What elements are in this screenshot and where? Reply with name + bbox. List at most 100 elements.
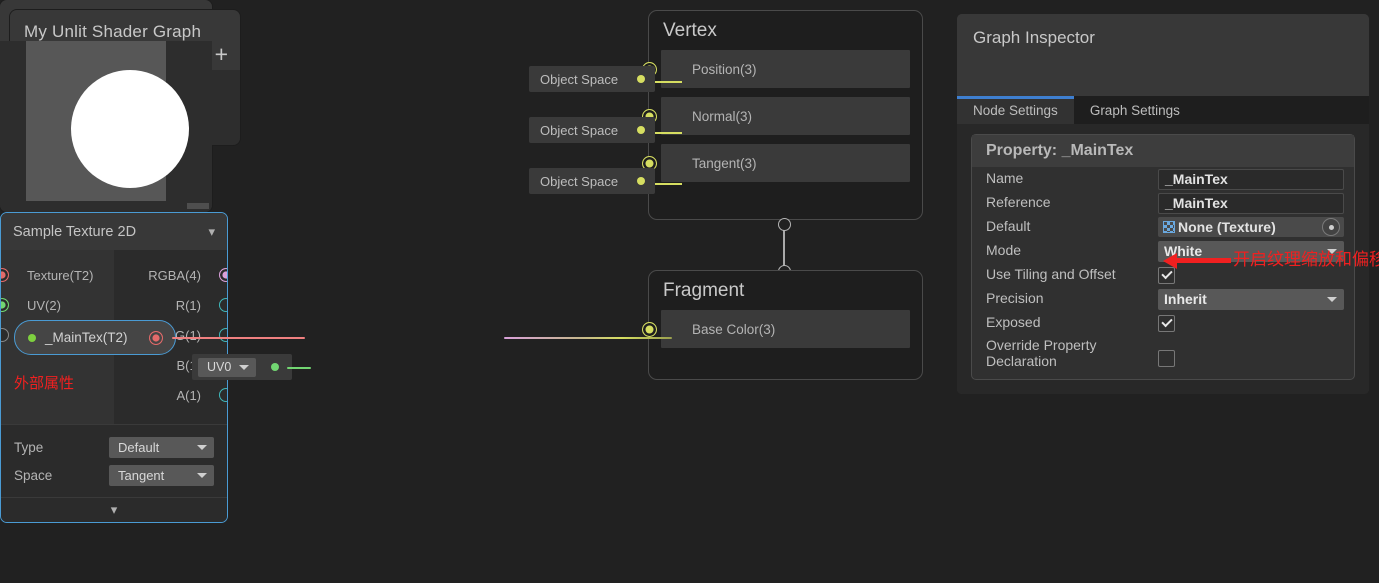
inspector-label: Precision <box>986 291 1158 307</box>
inspector-row-default[interactable]: Default None (Texture) <box>972 215 1354 239</box>
property-node-output-port[interactable] <box>149 331 163 345</box>
preview-sphere <box>71 70 189 188</box>
fragment-block-basecolor-wrap: Base Color(3) <box>649 310 922 348</box>
inspector-row-exposed[interactable]: Exposed <box>972 311 1354 335</box>
shader-graph-canvas[interactable]: My Unlit Shader Graph Shader Graphs + _M… <box>0 0 1379 583</box>
override-property-declaration-checkbox[interactable] <box>1158 350 1175 367</box>
object-space-label: Object Space <box>540 174 618 189</box>
inspector-row-precision[interactable]: Precision Inherit <box>972 287 1354 311</box>
exposed-checkbox[interactable] <box>1158 315 1175 332</box>
tab-graph-settings[interactable]: Graph Settings <box>1074 96 1196 124</box>
tab-node-settings[interactable]: Node Settings <box>957 96 1074 124</box>
setting-label: Type <box>14 440 109 455</box>
wire-objectspace-normal <box>655 132 682 134</box>
wire-uv0-to-uv <box>287 367 311 369</box>
chevron-down-icon[interactable]: ▾ <box>208 224 215 240</box>
input-port-texture[interactable]: Texture(T2) <box>1 260 114 290</box>
object-space-label: Object Space <box>540 123 618 138</box>
output-port-label: G(1) <box>175 328 201 343</box>
property-node-maintex[interactable]: _MainTex(T2) <box>14 320 176 355</box>
object-space-out-port[interactable] <box>637 75 645 83</box>
tiling-offset-annotation: 开启纹理缩放和偏移 <box>1163 252 1379 269</box>
uv-node-output-port[interactable] <box>271 363 279 371</box>
vertex-block-tangent[interactable]: Tangent(3) <box>661 144 910 182</box>
object-space-node-normal[interactable]: Object Space <box>529 117 655 143</box>
rgba-output-port-icon[interactable] <box>219 268 228 282</box>
graph-inspector-tabs[interactable]: Node Settings Graph Settings <box>957 96 1369 124</box>
fragment-node-title: Fragment <box>649 271 922 310</box>
type-dropdown[interactable]: Default <box>109 437 214 458</box>
uv-input-port-icon[interactable] <box>0 298 9 312</box>
setting-row-space[interactable]: Space Tangent <box>1 461 227 489</box>
default-texture-object-field[interactable]: None (Texture) <box>1158 217 1344 237</box>
type-dropdown-value: Default <box>118 440 159 455</box>
precision-dropdown[interactable]: Inherit <box>1158 289 1344 310</box>
object-space-label: Object Space <box>540 72 618 87</box>
texture-thumbnail-icon <box>1163 221 1175 233</box>
graph-inspector-panel[interactable]: Graph Inspector Node Settings Graph Sett… <box>957 14 1369 394</box>
inspector-label: Name <box>986 171 1158 187</box>
input-port-uv[interactable]: UV(2) <box>1 290 114 320</box>
inspector-label: Mode <box>986 243 1158 259</box>
sampler-input-port-icon[interactable] <box>0 328 9 342</box>
vertex-block-tangent-wrap: Tangent(3) <box>649 144 922 182</box>
object-space-node-position[interactable]: Object Space <box>529 66 655 92</box>
space-dropdown[interactable]: Tangent <box>109 465 214 486</box>
vertex-block-position[interactable]: Position(3) <box>661 50 910 88</box>
object-space-out-port[interactable] <box>637 177 645 185</box>
property-node-annotation: 外部属性 <box>14 372 74 393</box>
sample-texture-annotation: 纹理采样 <box>4 0 64 1</box>
fragment-block-base-color[interactable]: Base Color(3) <box>661 310 910 348</box>
output-port-a[interactable]: A(1) <box>114 380 227 410</box>
wire-rgba-to-basecolor <box>504 337 672 339</box>
sample-texture-expand-bar[interactable]: ▾ <box>1 497 227 522</box>
sample-texture-node-header[interactable]: Sample Texture 2D ▾ <box>1 213 227 250</box>
input-port-label: UV(2) <box>27 298 61 313</box>
wire-objectspace-tangent <box>655 183 682 185</box>
name-input[interactable]: _MainTex <box>1158 169 1344 190</box>
base-color-port[interactable] <box>642 322 657 337</box>
arrow-shaft-icon <box>1177 258 1231 263</box>
property-node-label: _MainTex(T2) <box>45 330 128 345</box>
output-port-rgba[interactable]: RGBA(4) <box>114 260 227 290</box>
precision-dropdown-value: Inherit <box>1164 291 1207 307</box>
inspector-label: Use Tiling and Offset <box>986 267 1158 283</box>
inspector-label: Exposed <box>986 315 1158 331</box>
object-space-node-tangent[interactable]: Object Space <box>529 168 655 194</box>
annotation-text: 开启纹理缩放和偏移 <box>1233 252 1379 269</box>
graph-title: My Unlit Shader Graph <box>24 22 226 42</box>
object-picker-icon[interactable] <box>1322 218 1340 236</box>
inspector-label: Override Property Declaration <box>986 338 1158 369</box>
inspector-row-override-property-declaration[interactable]: Override Property Declaration <box>972 335 1354 369</box>
inspector-label: Default <box>986 219 1158 235</box>
graph-inspector-title: Graph Inspector <box>973 28 1369 48</box>
output-port-label: A(1) <box>176 388 201 403</box>
inspector-label: Reference <box>986 195 1158 211</box>
vertex-block-normal[interactable]: Normal(3) <box>661 97 910 135</box>
texture-input-port-icon[interactable] <box>0 268 9 282</box>
vertex-master-node[interactable]: Vertex Position(3) Normal(3) Tangent(3) <box>648 10 923 220</box>
vertex-block-label: Normal(3) <box>692 109 752 124</box>
fragment-master-node[interactable]: Fragment Base Color(3) <box>648 270 923 380</box>
use-tiling-and-offset-checkbox[interactable] <box>1158 267 1175 284</box>
g-output-port-icon[interactable] <box>219 328 228 342</box>
inspector-row-reference[interactable]: Reference _MainTex <box>972 191 1354 215</box>
a-output-port-icon[interactable] <box>219 388 228 402</box>
stack-connector-dot-top[interactable] <box>778 218 791 231</box>
uv-node[interactable]: UV0 <box>192 354 292 380</box>
main-preview-viewport[interactable] <box>0 41 212 212</box>
add-property-button[interactable]: + <box>215 43 228 66</box>
preview-resize-handle[interactable] <box>187 203 209 209</box>
inspector-row-name[interactable]: Name _MainTex <box>972 167 1354 191</box>
reference-input[interactable]: _MainTex <box>1158 193 1344 214</box>
output-port-r[interactable]: R(1) <box>114 290 227 320</box>
vertex-block-normal-wrap: Normal(3) <box>649 97 922 135</box>
preview-render-area <box>26 41 166 201</box>
setting-row-type[interactable]: Type Default <box>1 433 227 461</box>
uv-channel-dropdown[interactable]: UV0 <box>198 358 256 377</box>
graph-inspector-header: Graph Inspector <box>957 14 1369 96</box>
chevron-down-icon[interactable]: ▾ <box>111 502 118 518</box>
object-space-out-port[interactable] <box>637 126 645 134</box>
vertex-block-position-wrap: Position(3) <box>649 50 922 88</box>
r-output-port-icon[interactable] <box>219 298 228 312</box>
